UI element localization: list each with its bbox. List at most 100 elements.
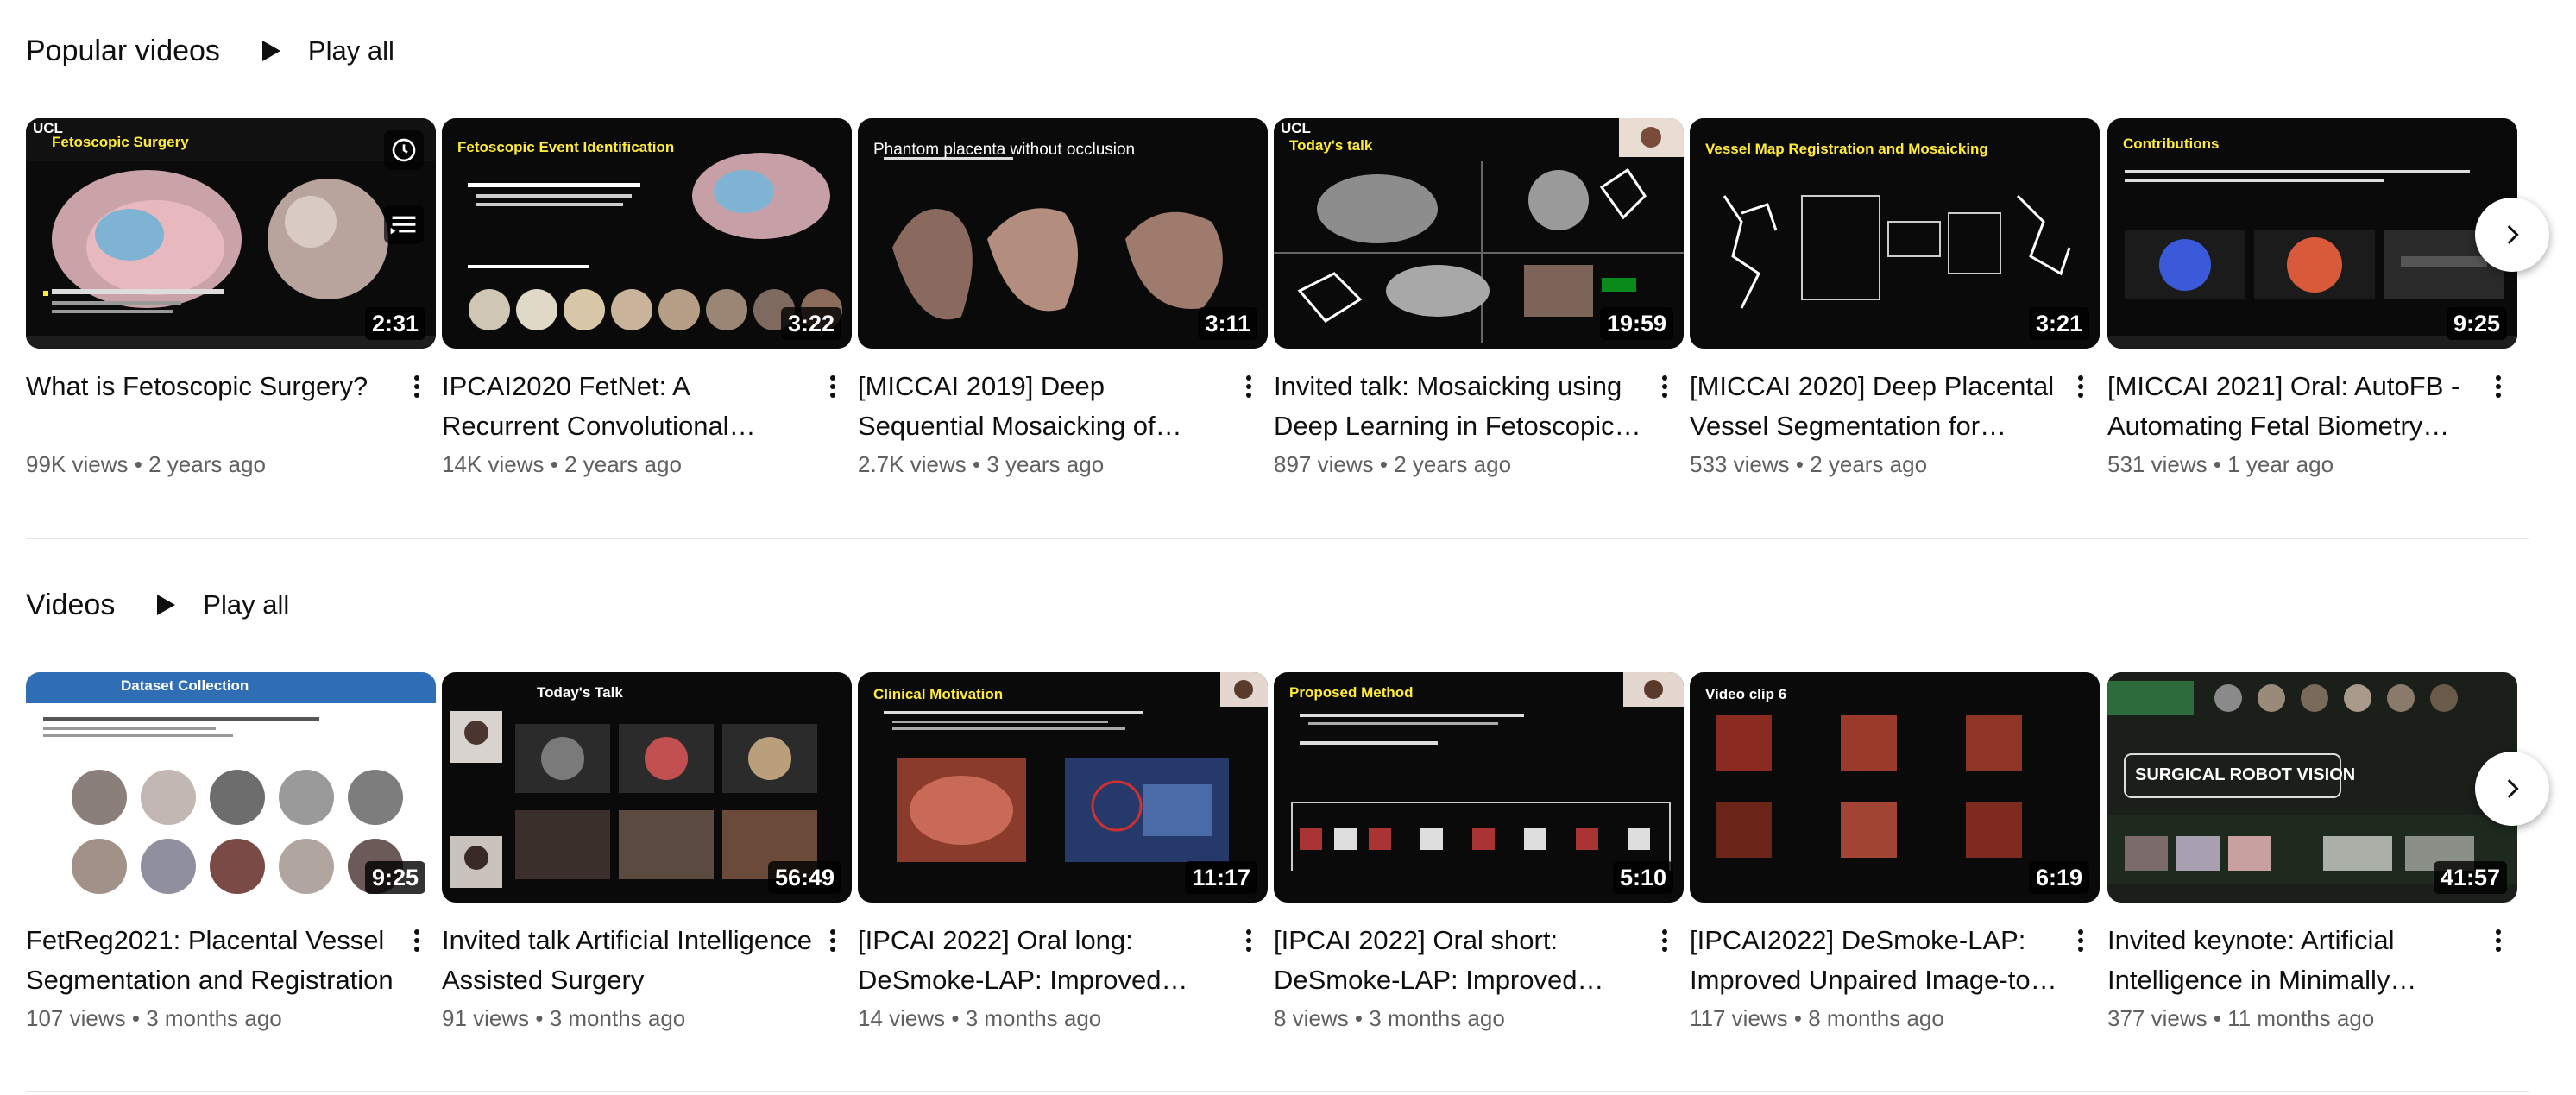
video-stats: 107 views • 3 months ago — [26, 1005, 282, 1031]
video-card[interactable]: Contributions 9:25 [MICCAI 2021] Oral: A… — [2107, 118, 2517, 477]
video-thumbnail[interactable]: Today's Talk 56:49 — [442, 672, 852, 903]
video-title[interactable]: IPCAI2020 FetNet: A Recurrent Convolutio… — [442, 367, 813, 446]
video-meta: IPCAI2020 FetNet: A Recurrent Convolutio… — [442, 367, 813, 478]
video-thumbnail[interactable]: Clinical Motivation 11:17 — [858, 672, 1268, 903]
shelf-title: Videos — [26, 588, 116, 621]
video-thumbnail[interactable]: Dataset Collection 9:25 — [26, 672, 436, 903]
video-card[interactable]: UCL Today's talk 19:59 Invited talk: Mos… — [1274, 118, 1684, 477]
more-vert-icon[interactable] — [401, 372, 432, 406]
video-thumbnail[interactable]: UCL Fetoscopic Surgery 2:31 — [26, 118, 436, 349]
video-card[interactable]: SURGICAL ROBOT VISION 41:57 Invited keyn… — [2107, 672, 2517, 1031]
video-title[interactable]: [IPCAI2022] DeSmoke-LAP: Improved Unpair… — [1690, 921, 2061, 1000]
more-vert-icon[interactable] — [2483, 372, 2514, 406]
more-vert-icon[interactable] — [2065, 372, 2096, 406]
video-thumbnail[interactable]: Phantom placenta without occlusion 3:11 — [858, 118, 1268, 349]
video-meta: [IPCAI 2022] Oral short: DeSmoke-LAP: Im… — [1274, 921, 1645, 1032]
video-title[interactable]: [MICCAI 2020] Deep Placental Vessel Segm… — [1690, 367, 2061, 446]
add-to-queue-button[interactable] — [384, 205, 424, 244]
slide-heading: Contributions — [2123, 135, 2220, 152]
slide-heading: Today's Talk — [537, 684, 623, 701]
view-count: 14 views — [858, 1005, 946, 1031]
watch-later-button[interactable] — [384, 130, 424, 170]
duration-badge: 41:57 — [2433, 861, 2507, 894]
shelf-title: Popular videos — [26, 35, 220, 67]
video-stats: 99K views • 2 years ago — [26, 451, 266, 477]
more-vert-icon[interactable] — [817, 926, 848, 960]
video-title[interactable]: Invited talk Artificial Intelligence Ass… — [442, 921, 813, 1000]
video-stats: 91 views • 3 months ago — [442, 1005, 686, 1031]
slide-heading: Dataset Collection — [121, 677, 249, 694]
video-title[interactable]: [MICCAI 2021] Oral: AutoFB - Automating … — [2107, 367, 2478, 446]
video-thumbnail[interactable]: Proposed Method 5:10 — [1274, 672, 1684, 903]
video-thumbnail[interactable]: Fetoscopic Event Identification 3:22 — [442, 118, 852, 349]
duration-badge: 9:25 — [364, 861, 425, 894]
video-stats: 533 views • 2 years ago — [1690, 451, 1928, 477]
video-card[interactable]: Video clip 6 6:19 [IPCAI2022] DeSmoke-LA… — [1690, 672, 2100, 1031]
video-title[interactable]: What is Fetoscopic Surgery? — [26, 367, 397, 446]
video-card[interactable]: Proposed Method 5:10 [IPCAI 2022] Oral s… — [1274, 672, 1684, 1031]
add-to-queue-icon — [390, 216, 416, 235]
video-card[interactable]: Today's Talk 56:49 Invited talk Artifici… — [442, 672, 852, 1031]
upload-age: 2 years ago — [1810, 451, 1928, 477]
slide-heading: SURGICAL ROBOT VISION — [2135, 765, 2356, 784]
video-meta: [MICCAI 2020] Deep Placental Vessel Segm… — [1690, 367, 2061, 478]
more-vert-icon[interactable] — [2065, 926, 2096, 960]
duration-badge: 3:21 — [2028, 307, 2089, 340]
duration-badge: 3:22 — [780, 307, 841, 340]
view-count: 531 views — [2107, 451, 2208, 477]
next-button[interactable] — [2475, 752, 2549, 826]
video-meta: [MICCAI 2019] Deep Sequential Mosaicking… — [858, 367, 1229, 478]
next-button[interactable] — [2475, 198, 2549, 272]
play-all-button[interactable]: Play all — [149, 579, 289, 631]
video-title[interactable]: [MICCAI 2019] Deep Sequential Mosaicking… — [858, 367, 1229, 446]
video-card[interactable]: Phantom placenta without occlusion 3:11 … — [858, 118, 1268, 477]
view-count: 8 views — [1274, 1005, 1349, 1031]
play-all-button[interactable]: Play all — [255, 25, 394, 77]
slide-heading: Proposed Method — [1289, 684, 1414, 701]
video-meta: [IPCAI2022] DeSmoke-LAP: Improved Unpair… — [1690, 921, 2061, 1032]
video-thumbnail[interactable]: Contributions 9:25 — [2107, 118, 2517, 349]
video-meta: FetReg2021: Placental Vessel Segmentatio… — [26, 921, 397, 1032]
video-thumbnail[interactable]: Video clip 6 6:19 — [1690, 672, 2100, 903]
video-card[interactable]: Clinical Motivation 11:17 [IPCAI 2022] O… — [858, 672, 1268, 1031]
play-all-label: Play all — [203, 589, 290, 620]
slide-heading: Vessel Map Registration and Mosaicking — [1705, 141, 1988, 157]
more-vert-icon[interactable] — [401, 926, 432, 960]
slide-heading: Clinical Motivation — [873, 686, 1004, 702]
video-stats: 117 views • 8 months ago — [1690, 1005, 1944, 1031]
video-title[interactable]: [IPCAI 2022] Oral short: DeSmoke-LAP: Im… — [1274, 921, 1645, 1000]
video-thumbnail[interactable]: Vessel Map Registration and Mosaicking 3… — [1690, 118, 2100, 349]
upload-age: 3 years ago — [986, 451, 1105, 477]
video-stats: 14 views • 3 months ago — [858, 1005, 1102, 1031]
video-thumbnail[interactable]: SURGICAL ROBOT VISION 41:57 — [2107, 672, 2517, 903]
video-title[interactable]: Invited keynote: Artificial Intelligence… — [2107, 921, 2478, 1000]
video-card[interactable]: Dataset Collection 9:25 FetReg2021: Plac… — [26, 672, 436, 1031]
duration-badge: 3:11 — [1198, 307, 1257, 340]
video-stats: 14K views • 2 years ago — [442, 451, 682, 477]
more-vert-icon[interactable] — [817, 372, 848, 406]
more-vert-icon[interactable] — [1233, 926, 1264, 960]
upload-age: 2 years ago — [148, 451, 266, 477]
video-meta: [IPCAI 2022] Oral long: DeSmoke-LAP: Imp… — [858, 921, 1229, 1032]
video-title[interactable]: FetReg2021: Placental Vessel Segmentatio… — [26, 921, 397, 1000]
video-meta: Invited talk: Mosaicking using Deep Lear… — [1274, 367, 1645, 478]
video-stats: 897 views • 2 years ago — [1274, 451, 1512, 477]
more-vert-icon[interactable] — [1649, 926, 1680, 960]
video-card[interactable]: Fetoscopic Event Identification 3:22 IPC… — [442, 118, 852, 477]
video-card[interactable]: Vessel Map Registration and Mosaicking 3… — [1690, 118, 2100, 477]
more-vert-icon[interactable] — [2483, 926, 2514, 960]
video-title[interactable]: Invited talk: Mosaicking using Deep Lear… — [1274, 367, 1645, 446]
video-meta: Invited talk Artificial Intelligence Ass… — [442, 921, 813, 1032]
shelf-divider — [26, 1091, 2529, 1092]
duration-badge: 9:25 — [2446, 307, 2507, 340]
videos-shelf: Videos Play all Dataset Collection 9:25 … — [26, 579, 2549, 1062]
more-vert-icon[interactable] — [1649, 372, 1680, 406]
view-count: 2.7K views — [858, 451, 967, 477]
duration-badge: 56:49 — [767, 861, 841, 894]
video-title[interactable]: [IPCAI 2022] Oral long: DeSmoke-LAP: Imp… — [858, 921, 1229, 1000]
video-thumbnail[interactable]: UCL Today's talk 19:59 — [1274, 118, 1684, 349]
video-card[interactable]: UCL Fetoscopic Surgery 2:31 What is Feto… — [26, 118, 436, 477]
view-count: 99K views — [26, 451, 129, 477]
play-all-label: Play all — [307, 35, 394, 66]
more-vert-icon[interactable] — [1233, 372, 1264, 406]
